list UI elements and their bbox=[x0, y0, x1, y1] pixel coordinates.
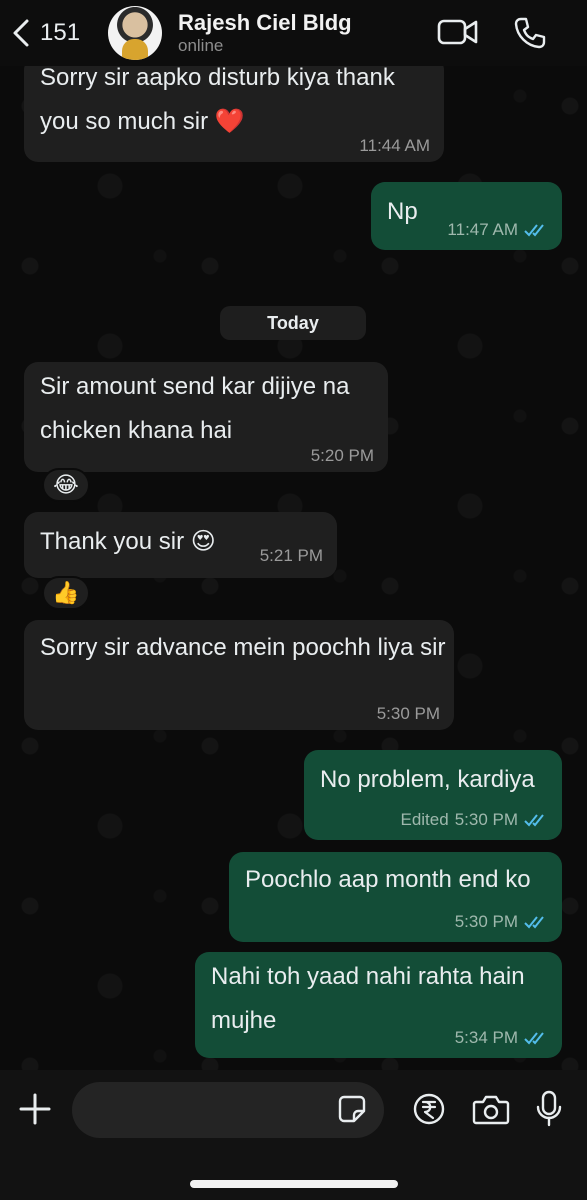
rupee-icon[interactable] bbox=[412, 1092, 446, 1126]
reaction-badge[interactable]: 😂 bbox=[42, 468, 90, 502]
edited-label: Edited bbox=[400, 810, 449, 829]
message-time: 5:20 PM bbox=[310, 446, 374, 465]
message-list[interactable]: Sorry sir aapko disturb kiya thank you s… bbox=[0, 66, 587, 1070]
message-text: Poochlo aap month end ko bbox=[245, 866, 531, 893]
message-time: 5:21 PM bbox=[259, 546, 323, 565]
message-text: Np bbox=[387, 198, 418, 225]
read-ticks-icon bbox=[524, 814, 544, 827]
camera-icon[interactable] bbox=[472, 1094, 510, 1126]
read-ticks-icon bbox=[524, 1032, 544, 1045]
message-time: 5:34 PM bbox=[454, 1028, 518, 1047]
message-text: Sorry sir advance mein poochh liya sir bbox=[40, 634, 446, 661]
home-indicator[interactable] bbox=[190, 1180, 398, 1188]
message-time: 5:30 PM bbox=[376, 704, 440, 723]
message-outgoing[interactable]: Np 11:47 AM bbox=[371, 182, 562, 250]
plus-icon[interactable] bbox=[18, 1092, 52, 1126]
composer-bar bbox=[0, 1070, 587, 1200]
message-incoming[interactable]: Sorry sir advance mein poochh liya sir 5… bbox=[24, 620, 454, 730]
message-time: 5:30 PM bbox=[454, 810, 518, 829]
message-incoming[interactable]: Thank you sir 😍 5:21 PM bbox=[24, 512, 337, 578]
chevron-left-icon bbox=[13, 19, 29, 47]
message-text: Sorry sir aapko disturb kiya thank you s… bbox=[40, 66, 395, 135]
microphone-icon[interactable] bbox=[536, 1090, 562, 1128]
message-time: 11:44 AM bbox=[359, 136, 430, 155]
back-button[interactable]: 151 bbox=[10, 18, 102, 48]
message-incoming[interactable]: Sir amount send kar dijiye na chicken kh… bbox=[24, 362, 388, 472]
video-camera-icon[interactable] bbox=[437, 16, 479, 48]
contact-status: online bbox=[178, 36, 224, 55]
message-outgoing[interactable]: No problem, kardiya Edited 5:30 PM bbox=[304, 750, 562, 840]
read-ticks-icon bbox=[524, 224, 544, 237]
message-outgoing[interactable]: Poochlo aap month end ko 5:30 PM bbox=[229, 852, 562, 942]
date-separator: Today bbox=[220, 306, 366, 340]
message-text: No problem, kardiya bbox=[320, 766, 535, 793]
contact-info[interactable]: Rajesh Ciel Bldg online bbox=[178, 10, 352, 56]
chat-header: 151 Rajesh Ciel Bldg online bbox=[0, 0, 587, 66]
read-ticks-icon bbox=[524, 916, 544, 929]
unread-count: 151 bbox=[40, 19, 81, 46]
avatar[interactable] bbox=[108, 6, 162, 60]
message-text: Thank you sir 😍 bbox=[40, 528, 216, 555]
message-time: 11:47 AM bbox=[447, 220, 518, 239]
message-outgoing[interactable]: Nahi toh yaad nahi rahta hain mujhe 5:34… bbox=[195, 952, 562, 1058]
message-text: Sir amount send kar dijiye na chicken kh… bbox=[40, 373, 350, 444]
phone-icon[interactable] bbox=[513, 16, 547, 50]
sticker-icon[interactable] bbox=[338, 1095, 366, 1123]
message-time: 5:30 PM bbox=[454, 912, 518, 931]
reaction-badge[interactable]: 👍 bbox=[42, 576, 90, 610]
message-incoming[interactable]: Sorry sir aapko disturb kiya thank you s… bbox=[24, 66, 444, 162]
contact-name: Rajesh Ciel Bldg bbox=[178, 10, 352, 35]
